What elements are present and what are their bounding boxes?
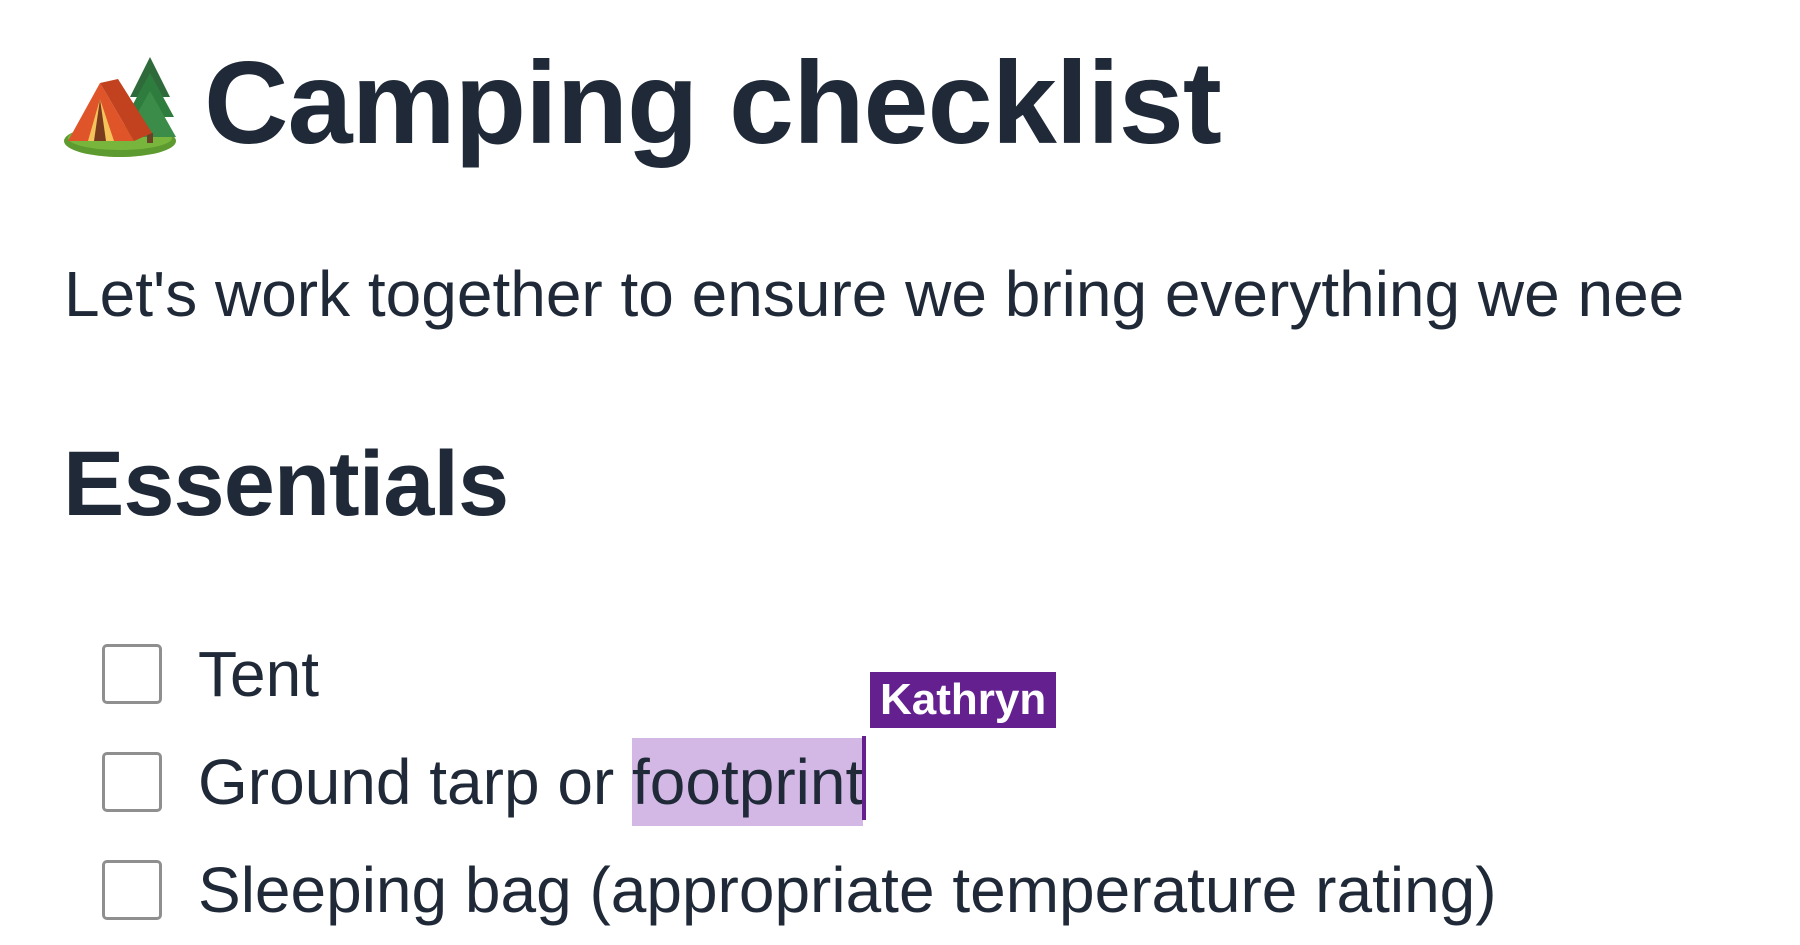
intro-paragraph[interactable]: Let's work together to ensure we bring e… — [64, 262, 1684, 326]
checklist-item-tent: Tent — [102, 620, 1497, 728]
collaborator-name-badge: Kathryn — [870, 672, 1057, 728]
checklist-item-label[interactable]: Sleeping bag (appropriate temperature ra… — [198, 858, 1497, 922]
document-page: Camping checklist Let's work together to… — [0, 0, 1800, 945]
collaborator-caret — [862, 736, 867, 820]
title-row: Camping checklist — [60, 44, 1222, 161]
checklist-item-label[interactable]: Tent — [198, 642, 319, 706]
checklist-item-sleeping-bag: Sleeping bag (appropriate temperature ra… — [102, 836, 1497, 944]
checkbox[interactable] — [102, 644, 162, 704]
camping-tent-icon — [60, 45, 182, 161]
selected-text: footprint — [632, 746, 864, 818]
checklist: Tent Ground tarp or footprint Kathryn Sle… — [102, 620, 1497, 944]
collaborator-selection: footprint Kathryn — [632, 672, 1057, 826]
checkbox[interactable] — [102, 752, 162, 812]
page-title[interactable]: Camping checklist — [204, 44, 1222, 161]
checkbox[interactable] — [102, 860, 162, 920]
checklist-item-ground-tarp: Ground tarp or footprint Kathryn — [102, 672, 1497, 836]
checklist-item-label[interactable]: Ground tarp or footprint Kathryn — [198, 672, 1057, 826]
label-text: Ground tarp or — [198, 746, 632, 818]
section-heading[interactable]: Essentials — [63, 438, 509, 530]
